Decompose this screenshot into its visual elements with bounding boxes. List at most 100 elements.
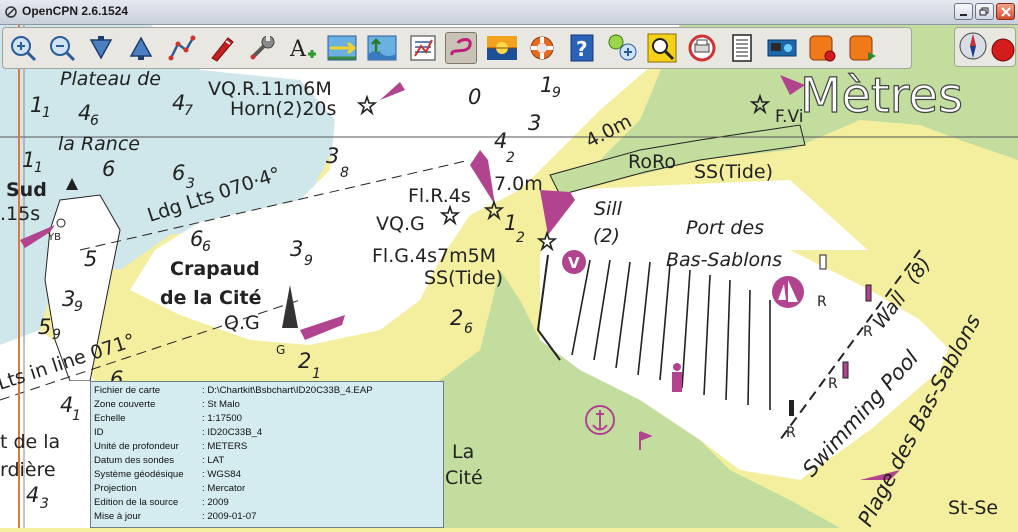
compass-icon bbox=[959, 32, 987, 60]
sounding: 6 bbox=[172, 161, 185, 185]
svg-text:A: A bbox=[289, 37, 307, 62]
label-sstide-1: SS(Tide) bbox=[694, 161, 773, 183]
sounding: 0 bbox=[468, 85, 481, 109]
search-button[interactable] bbox=[646, 32, 678, 64]
triangle-up-icon bbox=[129, 36, 153, 60]
zoom-out-button[interactable] bbox=[46, 32, 78, 64]
label-port-des: Port des bbox=[686, 217, 764, 239]
label-la: La bbox=[452, 441, 474, 463]
svg-text:1: 1 bbox=[72, 408, 81, 424]
help-button[interactable]: ? bbox=[566, 32, 598, 64]
svg-text:R: R bbox=[786, 425, 796, 441]
label-cite: Cité bbox=[445, 467, 483, 489]
label-sud: Sud bbox=[6, 179, 47, 201]
label-t-de-la: t de la bbox=[0, 431, 60, 453]
log-button[interactable] bbox=[726, 32, 758, 64]
close-button[interactable] bbox=[996, 3, 1015, 20]
svg-text:6: 6 bbox=[464, 321, 473, 337]
record-icon bbox=[809, 35, 836, 62]
minimize-button[interactable] bbox=[954, 3, 973, 20]
track-icon bbox=[450, 38, 472, 56]
scale-in-button[interactable] bbox=[85, 32, 117, 64]
print-button[interactable] bbox=[686, 32, 718, 64]
restore-icon bbox=[979, 7, 989, 16]
svg-text:1: 1 bbox=[34, 160, 43, 176]
track-button[interactable] bbox=[445, 32, 477, 64]
sounding: 6 bbox=[102, 157, 115, 181]
label-flg: Fl.G.4s7m5M bbox=[372, 245, 496, 267]
current-icon bbox=[327, 35, 357, 61]
title-bar[interactable]: OpenCPN 2.6.1524 bbox=[0, 0, 1018, 25]
dashboard-icon bbox=[767, 39, 797, 57]
current-button[interactable] bbox=[326, 32, 358, 64]
svg-text:R: R bbox=[828, 376, 838, 392]
svg-text:R: R bbox=[863, 324, 873, 340]
printer-icon bbox=[688, 34, 716, 62]
label-yb: YB bbox=[47, 232, 61, 243]
route-icon bbox=[168, 35, 196, 61]
window-title: OpenCPN 2.6.1524 bbox=[22, 4, 129, 18]
magnifier-icon bbox=[647, 33, 677, 63]
label-vqg: VQ.G bbox=[376, 213, 425, 235]
svg-text:1: 1 bbox=[312, 366, 321, 382]
label-horn: Horn(2)20s bbox=[230, 98, 336, 120]
auto-follow-button[interactable] bbox=[206, 32, 238, 64]
label-plateau: Plateau de bbox=[60, 68, 161, 90]
record-dot-icon bbox=[991, 38, 1015, 62]
compass-button[interactable] bbox=[957, 30, 989, 62]
zoom-in-icon bbox=[11, 36, 37, 62]
zoom-in-button[interactable] bbox=[7, 32, 39, 64]
man-overboard-button[interactable] bbox=[526, 32, 558, 64]
svg-text:2: 2 bbox=[506, 150, 515, 166]
play-button[interactable] bbox=[846, 32, 878, 64]
svg-text:3: 3 bbox=[186, 176, 195, 192]
route-manager-icon bbox=[410, 35, 436, 61]
sounding: 5 bbox=[38, 315, 51, 339]
svg-text:?: ? bbox=[576, 37, 588, 61]
record-button[interactable] bbox=[806, 32, 838, 64]
svg-text:8: 8 bbox=[340, 165, 349, 181]
minimize-icon bbox=[960, 14, 967, 16]
label-bas-sablons: Bas-Sablons bbox=[666, 249, 782, 271]
svg-text:R: R bbox=[817, 294, 827, 310]
settings-button[interactable] bbox=[246, 32, 278, 64]
sounding: 3 bbox=[290, 237, 303, 261]
label-crapaud: Crapaud bbox=[170, 258, 260, 280]
label-sstide-2: SS(Tide) bbox=[424, 267, 503, 289]
label-qg: Q.G bbox=[224, 312, 260, 334]
svg-text:9: 9 bbox=[552, 85, 561, 101]
label-fvi: F.Vi bbox=[775, 107, 803, 127]
svg-text:V: V bbox=[568, 254, 580, 272]
svg-text:7: 7 bbox=[184, 103, 193, 119]
tide-button[interactable] bbox=[366, 32, 398, 64]
svg-text:6: 6 bbox=[90, 113, 99, 129]
route-button[interactable] bbox=[166, 32, 198, 64]
label-g: G bbox=[276, 343, 285, 357]
maximize-button[interactable] bbox=[975, 3, 994, 20]
label-la-rance: la Rance bbox=[58, 133, 140, 155]
route-manager-button[interactable] bbox=[407, 32, 439, 64]
label-metres: Mètres bbox=[800, 68, 963, 124]
text-button[interactable]: A bbox=[286, 32, 318, 64]
sounding: 3 bbox=[326, 144, 339, 168]
label-sill-2: (2) bbox=[593, 225, 620, 247]
svg-text:1: 1 bbox=[42, 105, 51, 121]
label-de-la-cite: de la Cité bbox=[160, 287, 261, 309]
label-roro: RoRo bbox=[628, 151, 676, 173]
dashboard-button[interactable] bbox=[766, 32, 798, 64]
sounding: 5 bbox=[84, 247, 97, 271]
ais-icon bbox=[608, 34, 637, 61]
svg-text:9: 9 bbox=[52, 327, 61, 343]
sounding: 4 bbox=[26, 483, 39, 507]
color-scheme-button[interactable] bbox=[486, 32, 518, 64]
chart-info-panel: Fichier de carte: D:\Chartkit\Bsbchart\I… bbox=[90, 381, 444, 528]
svg-text:9: 9 bbox=[304, 253, 313, 269]
record-status[interactable] bbox=[987, 34, 1015, 62]
sounding: 2 bbox=[450, 306, 463, 330]
label-rdiere: rdière bbox=[0, 459, 56, 481]
sunset-icon bbox=[487, 36, 517, 60]
ais-button[interactable] bbox=[606, 32, 638, 64]
svg-text:9: 9 bbox=[74, 299, 83, 315]
scale-out-button[interactable] bbox=[125, 32, 157, 64]
text-A-icon: A bbox=[289, 37, 316, 62]
